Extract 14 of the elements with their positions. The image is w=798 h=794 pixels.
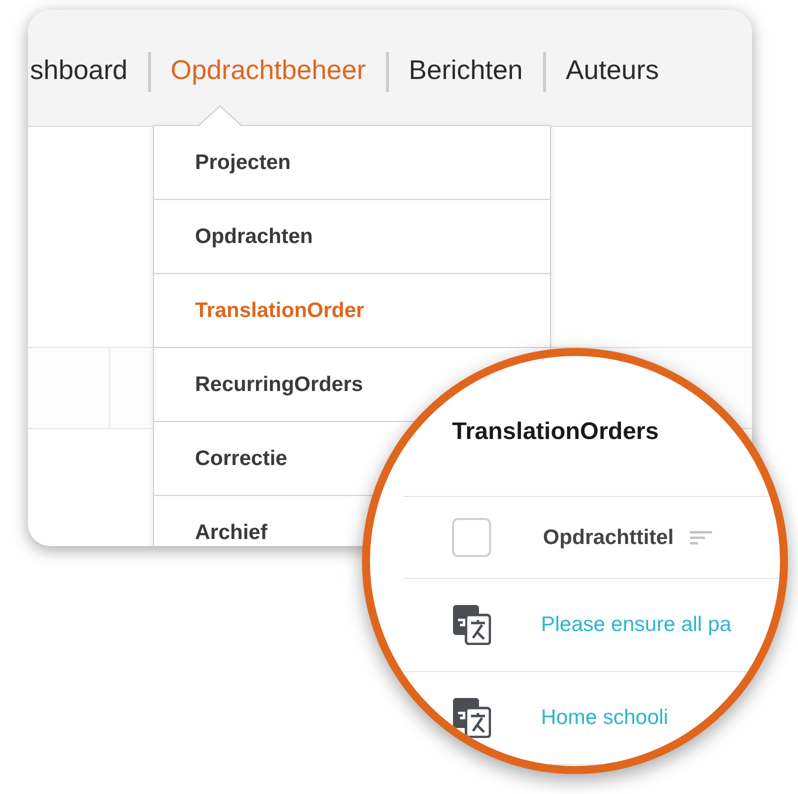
menu-item[interactable]: RecurringOrders xyxy=(195,368,364,400)
menu-item[interactable]: Correctie xyxy=(195,442,288,474)
menu-item[interactable]: Archief xyxy=(195,516,268,546)
table-title: TranslationOrders xyxy=(452,417,660,447)
translate-icon xyxy=(453,698,491,738)
sort-icon[interactable] xyxy=(690,530,712,544)
menu-item[interactable]: Projecten xyxy=(195,146,291,178)
translate-icon xyxy=(453,605,491,645)
menu-item[interactable]: Opdrachten xyxy=(195,220,313,252)
nav-link[interactable]: Berichten xyxy=(408,50,523,90)
select-all-checkbox[interactable] xyxy=(452,518,491,557)
nav-link[interactable]: shboard xyxy=(30,50,128,90)
nav-link[interactable]: Auteurs xyxy=(566,50,659,90)
column-header[interactable]: Opdrachttitel xyxy=(543,522,674,554)
